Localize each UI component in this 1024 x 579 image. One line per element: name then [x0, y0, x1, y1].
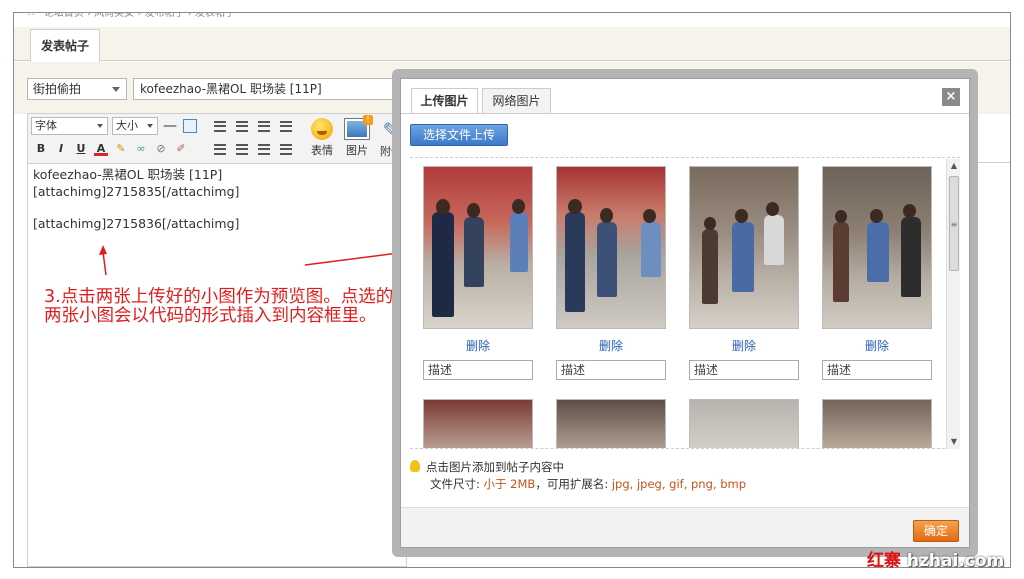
description-input[interactable]: 描述	[556, 360, 666, 380]
thumbnail-image[interactable]	[556, 166, 666, 329]
tip-size-prefix: 文件尺寸:	[430, 477, 484, 491]
delete-link[interactable]: 删除	[556, 338, 666, 354]
thumbnail-item: 删除 描述	[689, 166, 799, 380]
delete-link[interactable]: 删除	[689, 338, 799, 354]
thumbnail-image[interactable]	[423, 166, 533, 329]
watermark-red: 红寨	[867, 551, 901, 571]
scroll-down-icon[interactable]: ▼	[947, 435, 961, 449]
delete-link[interactable]: 删除	[423, 338, 533, 354]
confirm-button[interactable]: 确定	[913, 520, 959, 542]
image-dialog: 上传图片 网络图片 × 选择文件上传 删除 描述 删除 描述 删除 描述 删除 …	[400, 78, 970, 548]
thumbnail-grid: 删除 描述 删除 描述 删除 描述 删除 描述	[410, 157, 960, 449]
delete-link[interactable]: 删除	[822, 338, 932, 354]
watermark-domain: hzhai.com	[906, 551, 1005, 571]
thumbnail-image[interactable]	[822, 166, 932, 329]
thumbnail-item: 删除 描述	[423, 166, 533, 380]
upload-file-button[interactable]: 选择文件上传	[410, 124, 508, 146]
scrollbar[interactable]: ▲ ≡ ▼	[946, 159, 960, 449]
lightbulb-icon	[410, 460, 420, 472]
tab-web-image[interactable]: 网络图片	[482, 88, 551, 113]
upload-tip: 点击图片添加到帖子内容中 文件尺寸: 小于 2MB，可用扩展名: jpg, jp…	[410, 459, 746, 493]
scroll-grip: ≡	[950, 220, 958, 229]
dialog-tabs: 上传图片 网络图片	[401, 79, 969, 114]
dialog-footer	[401, 507, 969, 547]
scroll-up-icon[interactable]: ▲	[947, 159, 961, 173]
thumbnail-image[interactable]	[689, 166, 799, 329]
tab-upload-image[interactable]: 上传图片	[411, 88, 478, 114]
thumbnail-item: 删除 描述	[822, 166, 932, 380]
tip-text: 点击图片添加到帖子内容中	[426, 460, 564, 474]
watermark: 红寨 hzhai.com	[867, 550, 1004, 572]
tip-ext-prefix: ，可用扩展名:	[535, 477, 612, 491]
thumbnail-image[interactable]	[822, 399, 932, 448]
description-input[interactable]: 描述	[822, 360, 932, 380]
thumbnail-image[interactable]	[556, 399, 666, 448]
description-input[interactable]: 描述	[689, 360, 799, 380]
tip-extensions: jpg, jpeg, gif, png, bmp	[611, 477, 747, 491]
arrow-up-head	[99, 245, 107, 255]
thumbnail-image[interactable]	[689, 399, 799, 448]
close-button[interactable]: ×	[942, 88, 960, 106]
thumbnail-image[interactable]	[423, 399, 533, 448]
divider	[401, 113, 969, 114]
description-input[interactable]: 描述	[423, 360, 533, 380]
thumbnail-item: 删除 描述	[556, 166, 666, 380]
scroll-thumb[interactable]: ≡	[949, 176, 959, 271]
arrow-up	[102, 251, 107, 276]
tip-size: 小于 2MB	[483, 477, 536, 491]
